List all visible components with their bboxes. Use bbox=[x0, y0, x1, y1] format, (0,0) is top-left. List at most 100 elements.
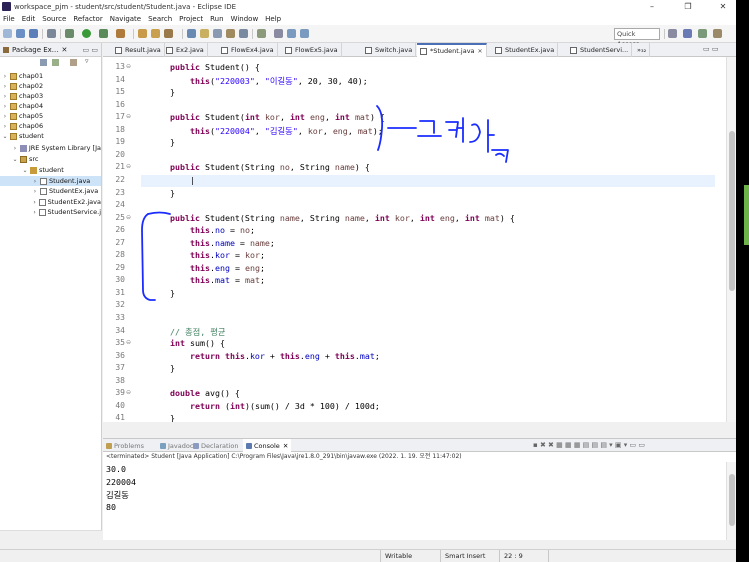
menu-help[interactable]: Help bbox=[265, 15, 281, 23]
tree-expand-icon[interactable]: › bbox=[32, 178, 38, 185]
fold-toggle-icon[interactable]: ⊖ bbox=[126, 113, 131, 120]
debug-icon[interactable] bbox=[65, 29, 74, 38]
package-explorer-close-icon[interactable]: ✕ bbox=[61, 46, 67, 54]
back-icon[interactable] bbox=[287, 29, 296, 38]
console-toolbar-icons[interactable]: ▪ ✖ ✖ ▦ ▦ ▦ ▤ ▤ ▤ ▾ ▣ ▾ ▭ ▭ bbox=[533, 441, 645, 449]
new-java-project-icon[interactable] bbox=[138, 29, 147, 38]
external-tools-icon[interactable] bbox=[116, 29, 125, 38]
code-editor[interactable]: 13 ⊖ 14 15 16 17 ⊖ 18 19 20 21 ⊖ 22 23 24 25 ⊖ 26 27 28 29 30… bbox=[103, 57, 736, 422]
editor-tab[interactable]: Switch.java bbox=[362, 43, 417, 57]
close-tab-icon[interactable]: ✕ bbox=[478, 48, 483, 55]
tree-item[interactable]: ⌄ student bbox=[0, 131, 101, 141]
menu-window[interactable]: Window bbox=[231, 15, 259, 23]
fold-toggle-icon[interactable]: ⊖ bbox=[126, 389, 131, 396]
editor-tab[interactable]: FlowEx4.java bbox=[218, 43, 278, 57]
minimize-maximize-icon[interactable]: ▭ ▭ bbox=[83, 46, 98, 54]
code-line[interactable]: this.mat = mat; bbox=[150, 275, 265, 285]
code-line[interactable]: this.name = name; bbox=[150, 238, 275, 248]
menu-search[interactable]: Search bbox=[148, 15, 172, 23]
fold-toggle-icon[interactable]: ⊖ bbox=[126, 339, 131, 346]
code-line[interactable]: return this.kor + this.eng + this.mat; bbox=[150, 351, 380, 361]
tree-expand-icon[interactable]: › bbox=[12, 145, 18, 152]
open-type-icon[interactable] bbox=[187, 29, 196, 38]
forward-icon[interactable] bbox=[300, 29, 309, 38]
package-explorer-tab[interactable]: Package Ex... ✕ ▭ ▭ bbox=[0, 43, 101, 57]
menu-navigate[interactable]: Navigate bbox=[110, 15, 141, 23]
search-icon[interactable] bbox=[200, 29, 209, 38]
tree-item[interactable]: › StudentEx2.java bbox=[0, 197, 101, 207]
tree-expand-icon[interactable]: ⌄ bbox=[22, 167, 28, 174]
open-perspective-icon[interactable] bbox=[668, 29, 677, 38]
run-icon[interactable] bbox=[82, 29, 91, 38]
tree-item[interactable]: › chap03 bbox=[0, 91, 101, 101]
code-line[interactable]: } bbox=[150, 87, 175, 97]
code-line[interactable]: double avg() { bbox=[150, 388, 240, 398]
tree-expand-icon[interactable]: › bbox=[2, 93, 8, 100]
menu-file[interactable]: File bbox=[3, 15, 15, 23]
tab-javadoc[interactable]: Javadoc bbox=[160, 439, 193, 452]
tree-expand-icon[interactable]: › bbox=[32, 188, 38, 195]
package-explorer-scrollbar[interactable] bbox=[0, 530, 102, 540]
toggle-mark-icon[interactable] bbox=[213, 29, 222, 38]
code-line[interactable]: public Student(String name, String name,… bbox=[150, 213, 515, 223]
focus-icon[interactable] bbox=[70, 59, 77, 66]
minimize-button[interactable]: – bbox=[640, 0, 664, 13]
code-line[interactable]: public Student(String no, String name) { bbox=[150, 162, 370, 172]
tree-expand-icon[interactable]: ⌄ bbox=[2, 133, 8, 140]
new-package-icon[interactable] bbox=[151, 29, 160, 38]
fold-toggle-icon[interactable]: ⊖ bbox=[126, 163, 131, 170]
code-line[interactable]: this("220004", "김길동", kor, eng, mat); bbox=[150, 125, 383, 137]
editor-tab[interactable]: »₃₂ bbox=[634, 43, 651, 57]
last-edit-icon[interactable] bbox=[274, 29, 283, 38]
tree-item[interactable]: › StudentService.j bbox=[0, 207, 101, 217]
code-line[interactable]: | bbox=[150, 175, 195, 185]
tree-expand-icon[interactable]: › bbox=[2, 113, 8, 120]
menu-refactor[interactable]: Refactor bbox=[73, 15, 102, 23]
view-menu-icon[interactable]: ▿ bbox=[85, 57, 89, 65]
tree-item[interactable]: › chap02 bbox=[0, 81, 101, 91]
debug-perspective-icon[interactable] bbox=[698, 29, 707, 38]
new-file-icon[interactable] bbox=[3, 29, 12, 38]
tree-item[interactable]: › chap05 bbox=[0, 111, 101, 121]
tree-item[interactable]: › chap01 bbox=[0, 71, 101, 81]
tree-expand-icon[interactable]: ⌄ bbox=[12, 156, 18, 163]
editor-vertical-scrollbar[interactable] bbox=[726, 57, 736, 422]
editor-tab[interactable]: StudentEx.java bbox=[492, 43, 559, 57]
editor-minimize-maximize-icon[interactable]: ▭ ▭ bbox=[703, 45, 718, 53]
java-perspective-icon[interactable] bbox=[683, 29, 692, 38]
code-line[interactable]: } bbox=[150, 288, 175, 298]
editor-tab[interactable]: FlowEx5.java bbox=[282, 43, 342, 57]
quick-access-input[interactable]: Quick Access bbox=[614, 28, 660, 48]
code-line[interactable]: int sum() { bbox=[150, 338, 225, 348]
git-perspective-icon[interactable] bbox=[713, 29, 722, 38]
tree-item[interactable]: ⌄ student bbox=[0, 165, 101, 175]
tree-item[interactable]: › chap04 bbox=[0, 101, 101, 111]
save-icon[interactable] bbox=[16, 29, 25, 38]
tree-item[interactable]: › JRE System Library [Ja bbox=[0, 143, 101, 153]
tab-declaration[interactable]: Declaration bbox=[193, 439, 238, 452]
tree-item[interactable]: › Student.java bbox=[0, 176, 101, 186]
editor-tab[interactable]: Ex2.java bbox=[163, 43, 208, 57]
menu-source[interactable]: Source bbox=[42, 15, 66, 23]
code-line[interactable]: } bbox=[150, 137, 175, 147]
fold-toggle-icon[interactable]: ⊖ bbox=[126, 63, 131, 70]
editor-tab[interactable]: Result.java bbox=[112, 43, 165, 57]
code-line[interactable]: this.kor = kor; bbox=[150, 250, 265, 260]
tree-item[interactable]: › chap06 bbox=[0, 121, 101, 131]
tree-expand-icon[interactable]: › bbox=[32, 199, 37, 206]
code-line[interactable]: public Student() { bbox=[150, 62, 260, 72]
fold-toggle-icon[interactable]: ⊖ bbox=[126, 214, 131, 221]
code-line[interactable]: return (int)(sum() / 3d * 100) / 100d; bbox=[150, 401, 380, 411]
menu-run[interactable]: Run bbox=[210, 15, 223, 23]
code-line[interactable]: } bbox=[150, 413, 175, 422]
skip-breakpoints-icon[interactable] bbox=[47, 29, 56, 38]
maximize-button[interactable]: ❐ bbox=[676, 0, 700, 13]
menu-edit[interactable]: Edit bbox=[22, 15, 36, 23]
menu-project[interactable]: Project bbox=[179, 15, 203, 23]
tree-expand-icon[interactable]: › bbox=[2, 73, 8, 80]
tree-item[interactable]: › StudentEx.java bbox=[0, 186, 101, 196]
close-window-button[interactable]: ✕ bbox=[711, 0, 735, 13]
next-annotation-icon[interactable] bbox=[257, 29, 266, 38]
code-line[interactable]: this.eng = eng; bbox=[150, 263, 265, 273]
code-line[interactable]: public Student(int kor, int eng, int mat… bbox=[150, 112, 385, 122]
